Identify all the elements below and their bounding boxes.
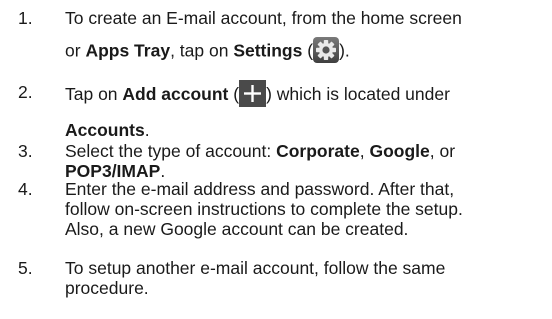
text-run: . (160, 161, 166, 181)
settings-gear-icon (313, 37, 340, 63)
text-run: , (359, 141, 370, 161)
pop3-imap-label: POP3/IMAP (65, 161, 161, 181)
text-run: ( (302, 40, 314, 61)
text-run: To create an E-mail account, from the ho… (65, 8, 462, 28)
corporate-label: Corporate (276, 141, 360, 161)
text-run: ( (228, 84, 240, 105)
settings-label: Settings (233, 40, 303, 61)
step-number: 4. (18, 179, 33, 199)
text-run: . (144, 120, 150, 140)
step-line: Tap on Add account ( ) which is located … (65, 80, 545, 109)
step-line: Also, a new Google account can be create… (65, 219, 409, 239)
text-run: ) which is located under (266, 84, 450, 105)
step-number: 3. (18, 141, 33, 161)
step-text: Tap on Add account ( ) which is located … (65, 80, 545, 140)
text-run: or (65, 40, 86, 61)
step-line: Accounts. (65, 120, 545, 140)
text-run: Select the type of account: (65, 141, 277, 161)
step-line: follow on-screen instructions to complet… (65, 199, 463, 219)
step-line: or Apps Tray, tap on Settings (). (65, 37, 545, 65)
step-line: Select the type of account: Corporate, G… (65, 141, 545, 161)
instruction-list: 1. To create an E-mail account, from the… (0, 0, 552, 319)
step-line: To setup another e-mail account, follow … (65, 258, 446, 278)
step-number: 1. (18, 8, 33, 28)
step-line: To create an E-mail account, from the ho… (65, 8, 545, 28)
apps-tray-label: Apps Tray (85, 40, 171, 61)
add-account-label: Add account (122, 84, 229, 105)
step-text: To create an E-mail account, from the ho… (65, 8, 545, 65)
google-label: Google (369, 141, 430, 161)
text-run: ). (339, 40, 350, 61)
step-text: Select the type of account: Corporate, G… (65, 141, 545, 181)
step-number: 5. (18, 258, 33, 278)
step-number: 2. (18, 82, 33, 102)
accounts-label: Accounts (65, 120, 145, 140)
step-text: To setup another e-mail account, follow … (65, 258, 545, 298)
text-run: , tap on (170, 40, 234, 61)
step-line: POP3/IMAP. (65, 161, 545, 181)
plus-icon (239, 80, 267, 107)
step-text: Enter the e-mail address and password. A… (65, 179, 545, 239)
text-run: Tap on (65, 84, 123, 105)
step-line: Enter the e-mail address and password. A… (65, 179, 455, 199)
step-line: procedure. (65, 278, 149, 298)
text-run: , or (429, 141, 456, 161)
